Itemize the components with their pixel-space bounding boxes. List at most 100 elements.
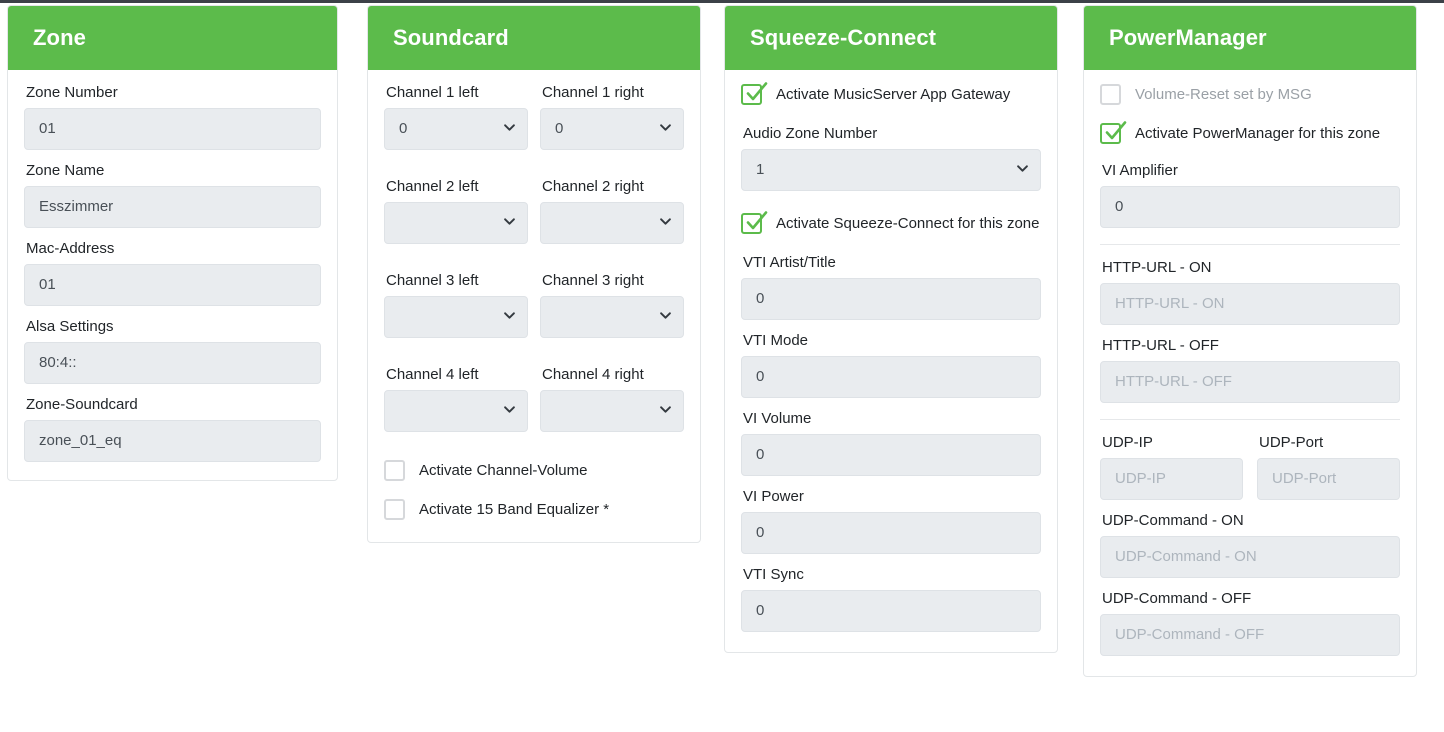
channel-4-row: Channel 4 left Channel 4 right [384,366,684,444]
checkmark-icon [744,80,770,106]
udp-port-label: UDP-Port [1259,434,1324,452]
udp-command-off-input[interactable]: UDP-Command - OFF [1100,614,1400,657]
alsa-settings-label: Alsa Settings [26,318,114,336]
vti-mode-label: VTI Mode [743,332,809,350]
zone-card: Zone Zone Number 01 Zone Name Esszimmer … [7,5,338,482]
checkmark-icon [1103,119,1129,145]
channel-1-right-select-wrap: 0 [540,108,684,151]
udp-port-input[interactable]: UDP-Port [1257,458,1400,501]
http-url-on-input[interactable]: HTTP-URL - ON [1100,283,1400,326]
http-url-off-input[interactable]: HTTP-URL - OFF [1100,361,1400,404]
udp-ip-input[interactable]: UDP-IP [1100,458,1243,501]
vti-sync-label: VTI Sync [743,566,804,584]
activate-squeeze-connect-checkbox-row[interactable]: Activate Squeeze-Connect for this zone [741,211,1041,235]
activate-15-band-equalizer-label: Activate 15 Band Equalizer * [419,500,610,518]
vi-amplifier-label: VI Amplifier [1102,162,1178,180]
squeeze-connect-card-body: Activate MusicServer App Gateway Audio Z… [725,70,1057,652]
vi-power-field: VI Power 0 [741,488,1041,555]
zone-number-field: Zone Number 01 [24,84,321,151]
audio-zone-number-select[interactable]: 1 [741,149,1041,192]
zone-card-body: Zone Number 01 Zone Name Esszimmer Mac-A… [8,70,337,480]
vi-amplifier-input[interactable]: 0 [1100,186,1400,229]
checked-checkbox-icon[interactable] [741,211,768,235]
channel-4-right-select[interactable] [540,390,684,433]
squeeze-connect-card: Squeeze-Connect Activate MusicServer App… [724,5,1058,654]
powermanager-card-body: Volume-Reset set by MSG Activate PowerMa… [1084,70,1416,676]
alsa-settings-input[interactable]: 80:4:: [24,342,321,385]
mac-address-input[interactable]: 01 [24,264,321,307]
udp-command-off-field: UDP-Command - OFF UDP-Command - OFF [1100,590,1400,657]
squeeze-connect-card-title: Squeeze-Connect [725,6,1057,71]
udp-command-on-input[interactable]: UDP-Command - ON [1100,536,1400,579]
channel-1-right-select[interactable]: 0 [540,108,684,151]
channel-3-left-select[interactable] [384,296,528,339]
udp-command-on-label: UDP-Command - ON [1102,512,1244,530]
unchecked-checkbox-icon[interactable] [384,460,405,482]
udp-command-off-label: UDP-Command - OFF [1102,590,1252,608]
channel-4-right-select-wrap [540,390,684,433]
channel-2-left-select[interactable] [384,202,528,245]
zone-name-label: Zone Name [26,162,105,180]
zone-configuration-board: Zone Zone Number 01 Zone Name Esszimmer … [0,5,1444,732]
vti-sync-input[interactable]: 0 [741,590,1041,633]
powermanager-card: PowerManager Volume-Reset set by MSG Act… [1083,5,1417,678]
audio-zone-number-field: Audio Zone Number 1 [741,125,1041,192]
channel-2-right-label: Channel 2 right [542,178,644,196]
vti-artist-title-input[interactable]: 0 [741,278,1041,321]
unchecked-checkbox-icon[interactable] [384,499,405,521]
activate-channel-volume-label: Activate Channel-Volume [419,461,588,479]
volume-reset-label: Volume-Reset set by MSG [1135,85,1312,103]
activate-squeeze-connect-label: Activate Squeeze-Connect for this zone [776,214,1040,232]
audio-zone-number-label: Audio Zone Number [743,125,878,143]
powermanager-card-title: PowerManager [1084,6,1416,71]
activate-channel-volume-checkbox-row[interactable]: Activate Channel-Volume [384,460,684,482]
channel-1-right-label: Channel 1 right [542,84,644,102]
channel-3-left-field: Channel 3 left [384,272,528,339]
udp-ip-field: UDP-IP UDP-IP [1100,434,1243,501]
audio-zone-number-select-wrap: 1 [741,149,1041,192]
section-divider [1100,244,1400,246]
unchecked-checkbox-icon [1100,84,1121,106]
mac-address-field: Mac-Address 01 [24,240,321,307]
udp-command-on-field: UDP-Command - ON UDP-Command - ON [1100,512,1400,579]
channel-3-right-select-wrap [540,296,684,339]
activate-powermanager-checkbox-row[interactable]: Activate PowerManager for this zone [1100,121,1400,145]
soundcard-card: Soundcard Channel 1 left 0 Channel 1 rig… [367,5,701,544]
channel-2-left-field: Channel 2 left [384,178,528,245]
channel-4-right-label: Channel 4 right [542,366,644,384]
http-url-off-field: HTTP-URL - OFF HTTP-URL - OFF [1100,337,1400,404]
channel-1-left-select[interactable]: 0 [384,108,528,151]
vi-power-input[interactable]: 0 [741,512,1041,555]
checked-checkbox-icon[interactable] [741,82,768,106]
checkmark-icon [744,209,770,235]
zone-card-title: Zone [8,6,337,71]
channel-2-left-select-wrap [384,202,528,245]
vi-amplifier-field: VI Amplifier 0 [1100,162,1400,229]
activate-15-band-equalizer-checkbox-row[interactable]: Activate 15 Band Equalizer * [384,499,684,521]
zone-name-input[interactable]: Esszimmer [24,186,321,229]
checked-checkbox-icon[interactable] [1100,121,1127,145]
top-divider [0,0,1444,3]
zone-number-label: Zone Number [26,84,118,102]
soundcard-card-title: Soundcard [368,6,700,71]
channel-3-row: Channel 3 left Channel 3 right [384,272,684,350]
udp-address-row: UDP-IP UDP-IP UDP-Port UDP-Port [1100,434,1400,512]
channel-4-left-select[interactable] [384,390,528,433]
vi-volume-field: VI Volume 0 [741,410,1041,477]
channel-1-left-label: Channel 1 left [386,84,479,102]
activate-musicserver-app-gateway-checkbox-row[interactable]: Activate MusicServer App Gateway [741,82,1041,106]
channel-2-left-label: Channel 2 left [386,178,479,196]
channel-4-left-field: Channel 4 left [384,366,528,433]
channel-3-right-select[interactable] [540,296,684,339]
channel-2-right-select[interactable] [540,202,684,245]
channel-3-right-label: Channel 3 right [542,272,644,290]
channel-3-left-select-wrap [384,296,528,339]
zone-number-input[interactable]: 01 [24,108,321,151]
channel-4-left-label: Channel 4 left [386,366,479,384]
vi-volume-input[interactable]: 0 [741,434,1041,477]
zone-soundcard-input[interactable]: zone_01_eq [24,420,321,463]
activate-powermanager-label: Activate PowerManager for this zone [1135,124,1381,142]
vti-mode-input[interactable]: 0 [741,356,1041,399]
channel-1-right-field: Channel 1 right 0 [540,84,684,162]
channel-1-left-select-wrap: 0 [384,108,528,151]
